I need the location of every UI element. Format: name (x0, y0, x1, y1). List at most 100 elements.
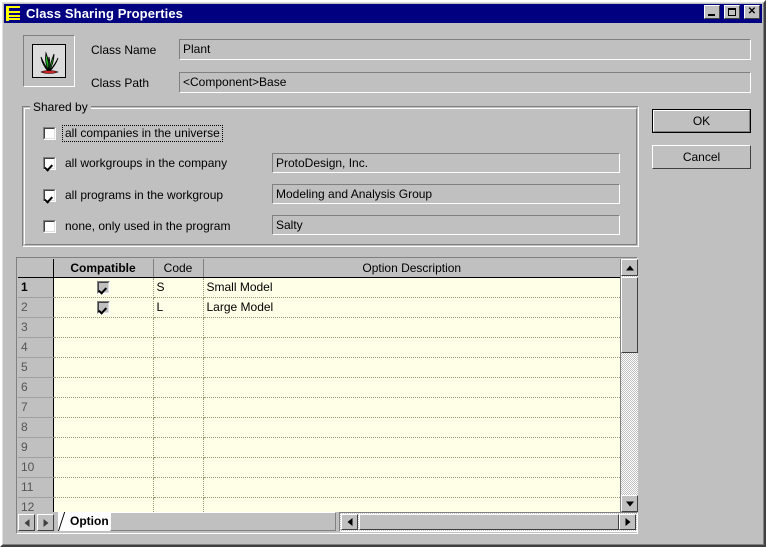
compatible-cell[interactable] (53, 357, 154, 378)
shared-by-option-programs[interactable]: all programs in the workgroup (43, 187, 225, 203)
code-cell[interactable] (153, 437, 204, 458)
table-row[interactable]: 11 (18, 477, 620, 498)
cancel-button[interactable]: Cancel (652, 145, 751, 169)
table-row[interactable]: 12 (18, 497, 620, 512)
grid-header-code[interactable]: Code (153, 259, 204, 278)
description-cell[interactable] (203, 497, 620, 512)
class-name-field[interactable]: Plant (179, 39, 751, 60)
programs-value-field[interactable]: Modeling and Analysis Group (272, 184, 620, 204)
row-number-cell[interactable]: 1 (18, 277, 54, 298)
compatible-cell[interactable] (53, 417, 154, 438)
scroll-down-button[interactable] (621, 495, 638, 512)
row-number-cell[interactable]: 7 (18, 397, 54, 418)
table-row[interactable]: 7 (18, 397, 620, 418)
vertical-scroll-thumb[interactable] (621, 277, 638, 353)
grid-horizontal-scrollbar[interactable] (339, 512, 638, 532)
tab-next-button[interactable] (37, 514, 54, 531)
compatible-cell[interactable] (53, 397, 154, 418)
code-cell[interactable] (153, 337, 204, 358)
grid-scroll-area: Compatible Code Option Description 1 S Sma… (18, 259, 621, 512)
code-cell[interactable] (153, 497, 204, 512)
checkbox-none[interactable] (43, 219, 56, 233)
tab-strip-row: Option (16, 512, 638, 534)
grid-header-compatible[interactable]: Compatible (53, 259, 154, 278)
table-row[interactable]: 9 (18, 437, 620, 458)
table-row[interactable]: 5 (18, 357, 620, 378)
hscroll-left-button[interactable] (341, 514, 358, 530)
shared-by-option-companies[interactable]: all companies in the universe (43, 124, 223, 142)
code-cell[interactable]: L (153, 297, 204, 318)
scroll-up-button[interactable] (621, 259, 638, 276)
row-number-cell[interactable]: 9 (18, 437, 54, 458)
code-cell[interactable] (153, 457, 204, 478)
compatible-cell[interactable] (53, 337, 154, 358)
code-cell[interactable] (153, 317, 204, 338)
description-cell[interactable] (203, 337, 620, 358)
table-row[interactable]: 3 (18, 317, 620, 338)
triangle-left-icon (24, 518, 29, 527)
compatible-cell[interactable] (53, 377, 154, 398)
description-cell[interactable] (203, 477, 620, 498)
table-row[interactable]: 10 (18, 457, 620, 478)
title-bar[interactable]: Class Sharing Properties ✕ (4, 4, 762, 23)
table-row[interactable]: 8 (18, 417, 620, 438)
class-path-field[interactable]: <Component>Base (179, 72, 751, 93)
compatible-cell[interactable] (53, 457, 154, 478)
compatible-cell[interactable] (53, 277, 154, 298)
row-number-cell[interactable]: 6 (18, 377, 54, 398)
hscroll-right-button[interactable] (619, 514, 636, 530)
code-cell[interactable] (153, 417, 204, 438)
close-button[interactable]: ✕ (744, 5, 760, 19)
workgroups-value-field[interactable]: ProtoDesign, Inc. (272, 153, 620, 173)
description-cell[interactable] (203, 357, 620, 378)
row-number-cell[interactable]: 11 (18, 477, 54, 498)
table-row[interactable]: 6 (18, 377, 620, 398)
code-cell[interactable] (153, 477, 204, 498)
compatible-cell[interactable] (53, 317, 154, 338)
row-number-cell[interactable]: 4 (18, 337, 54, 358)
minimize-button[interactable] (704, 5, 720, 19)
compatible-cell[interactable] (53, 477, 154, 498)
grid-body: 1 S Small Model 2 L Large Model 3 4 5 6 7 8 9 10 11 12 (18, 277, 620, 512)
checkbox-programs[interactable] (43, 188, 56, 202)
compatible-checkbox[interactable] (96, 281, 110, 295)
ok-button[interactable]: OK (652, 109, 751, 133)
compatible-checkbox[interactable] (96, 301, 110, 315)
description-cell[interactable] (203, 437, 620, 458)
description-cell[interactable] (203, 417, 620, 438)
description-cell[interactable] (203, 377, 620, 398)
program-value-field[interactable]: Salty (272, 215, 620, 235)
compatible-cell[interactable] (53, 497, 154, 512)
description-cell[interactable] (203, 457, 620, 478)
row-number-cell[interactable]: 12 (18, 497, 54, 512)
compatible-cell[interactable] (53, 437, 154, 458)
shared-by-option-workgroups[interactable]: all workgroups in the company (43, 155, 229, 171)
table-row[interactable]: 1 S Small Model (18, 277, 620, 298)
description-cell[interactable] (203, 317, 620, 338)
grid-vertical-scrollbar[interactable] (621, 259, 638, 512)
table-row[interactable]: 4 (18, 337, 620, 358)
checkbox-companies[interactable] (43, 126, 56, 140)
code-cell[interactable] (153, 377, 204, 398)
window-controls: ✕ (704, 5, 760, 19)
row-number-cell[interactable]: 2 (18, 297, 54, 318)
table-row[interactable]: 2 L Large Model (18, 297, 620, 318)
horizontal-scroll-thumb[interactable] (359, 514, 619, 530)
row-number-cell[interactable]: 3 (18, 317, 54, 338)
checkbox-workgroups[interactable] (43, 156, 56, 170)
description-cell[interactable] (203, 397, 620, 418)
tab-prev-button[interactable] (18, 514, 35, 531)
description-cell[interactable]: Small Model (203, 277, 620, 298)
grid-header-description[interactable]: Option Description (203, 259, 620, 278)
code-cell[interactable]: S (153, 277, 204, 298)
code-cell[interactable] (153, 357, 204, 378)
grid-header-corner[interactable] (18, 259, 54, 278)
description-cell[interactable]: Large Model (203, 297, 620, 318)
code-cell[interactable] (153, 397, 204, 418)
compatible-cell[interactable] (53, 297, 154, 318)
row-number-cell[interactable]: 5 (18, 357, 54, 378)
row-number-cell[interactable]: 8 (18, 417, 54, 438)
row-number-cell[interactable]: 10 (18, 457, 54, 478)
shared-by-option-none[interactable]: none, only used in the program (43, 218, 232, 234)
maximize-button[interactable] (724, 5, 740, 19)
